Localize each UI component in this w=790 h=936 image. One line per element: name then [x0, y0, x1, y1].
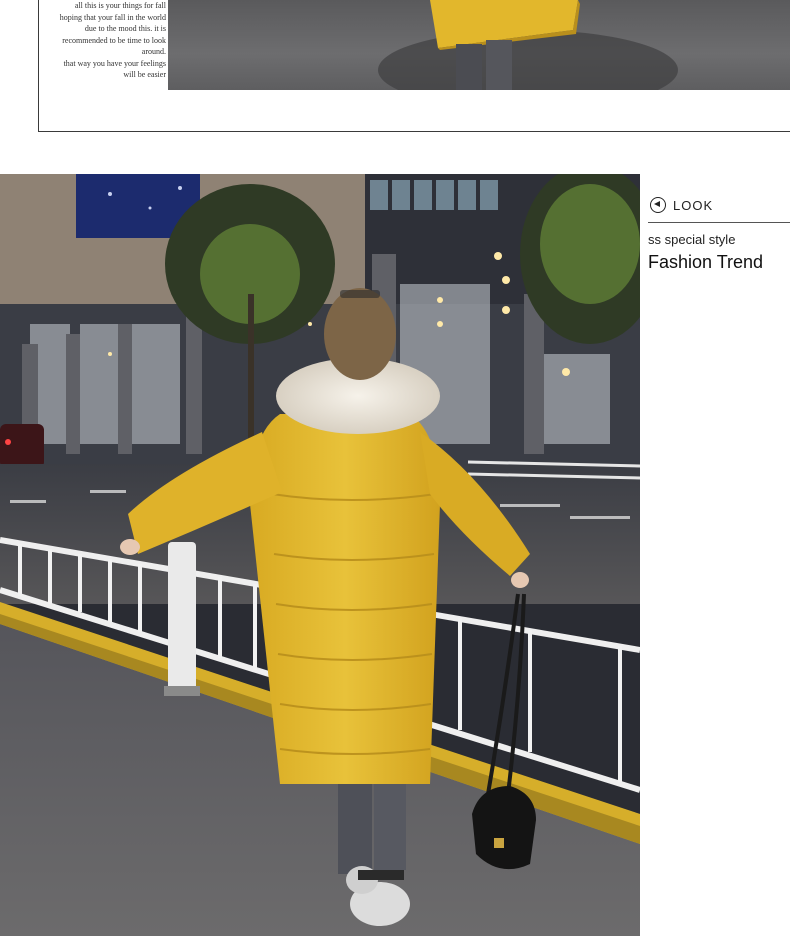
- street-scene-illustration: [0, 174, 640, 936]
- caption-line: due to the mood this. it is: [84, 24, 166, 33]
- caption-line: all this is your things for fall: [74, 1, 166, 10]
- look-header: LOOK: [648, 196, 790, 214]
- caption-line: will be easier: [123, 70, 166, 79]
- divider: [648, 222, 790, 223]
- top-caption: all this is your things for fall hoping …: [44, 0, 166, 90]
- caption-line: hoping that your fall in the world: [59, 12, 166, 22]
- top-product-photo: [168, 0, 790, 90]
- look-label: LOOK: [673, 197, 714, 213]
- section-title: Fashion Trend: [648, 252, 764, 272]
- top-photo-illustration: [378, 0, 678, 90]
- side-panel: LOOK ss special style Fashion Trend: [648, 196, 790, 273]
- caption-line: that way you have your feelings: [63, 58, 166, 68]
- caption-line: around.: [141, 47, 166, 56]
- main-model-photo: [0, 174, 640, 936]
- arrow-left-circle-icon: [650, 197, 666, 213]
- subtitle: ss special style: [648, 232, 736, 247]
- caption-line: recommended to be time to look: [62, 35, 166, 45]
